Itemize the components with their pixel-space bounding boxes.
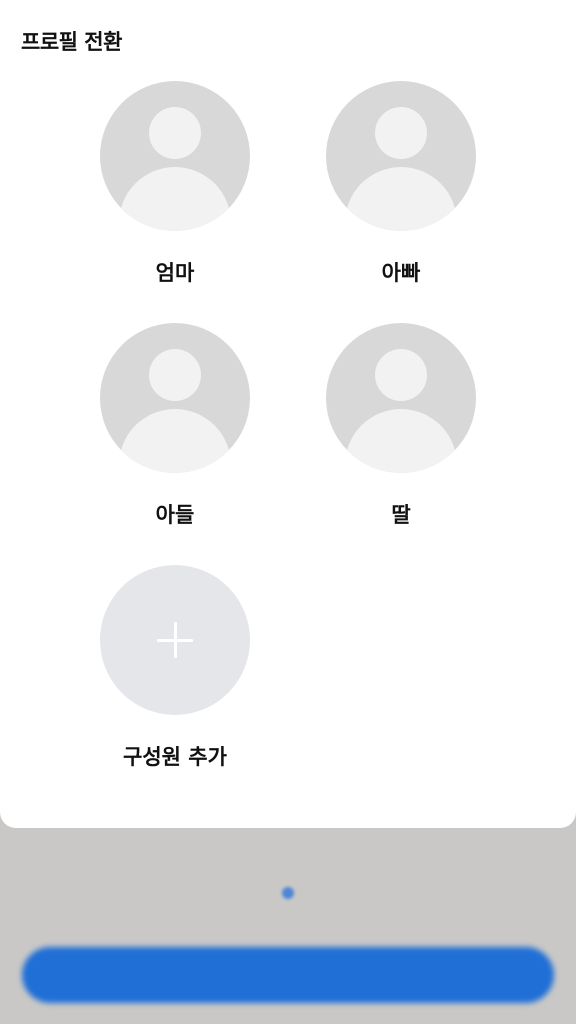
- page-indicator-dot: [282, 887, 294, 899]
- profile-name: 아빠: [381, 261, 421, 285]
- profile-name: 엄마: [155, 261, 195, 285]
- person-avatar-icon: [326, 323, 476, 473]
- profile-name: 딸: [391, 503, 411, 527]
- profile-daughter[interactable]: 딸: [326, 323, 476, 527]
- sheet-title: 프로필 전환: [21, 30, 122, 54]
- person-avatar-icon: [100, 81, 250, 231]
- profile-dad[interactable]: 아빠: [326, 81, 476, 285]
- profile-name: 아들: [155, 503, 195, 527]
- background-cta-button: [22, 947, 554, 1003]
- profile-mom[interactable]: 엄마: [100, 81, 250, 285]
- add-member-label: 구성원 추가: [123, 745, 227, 769]
- plus-icon: [100, 565, 250, 715]
- add-member-button[interactable]: 구성원 추가: [100, 565, 250, 769]
- profile-switch-sheet: 프로필 전환 엄마 아빠 아들 딸 구성원 추가: [0, 0, 576, 828]
- profile-son[interactable]: 아들: [100, 323, 250, 527]
- person-avatar-icon: [100, 323, 250, 473]
- person-avatar-icon: [326, 81, 476, 231]
